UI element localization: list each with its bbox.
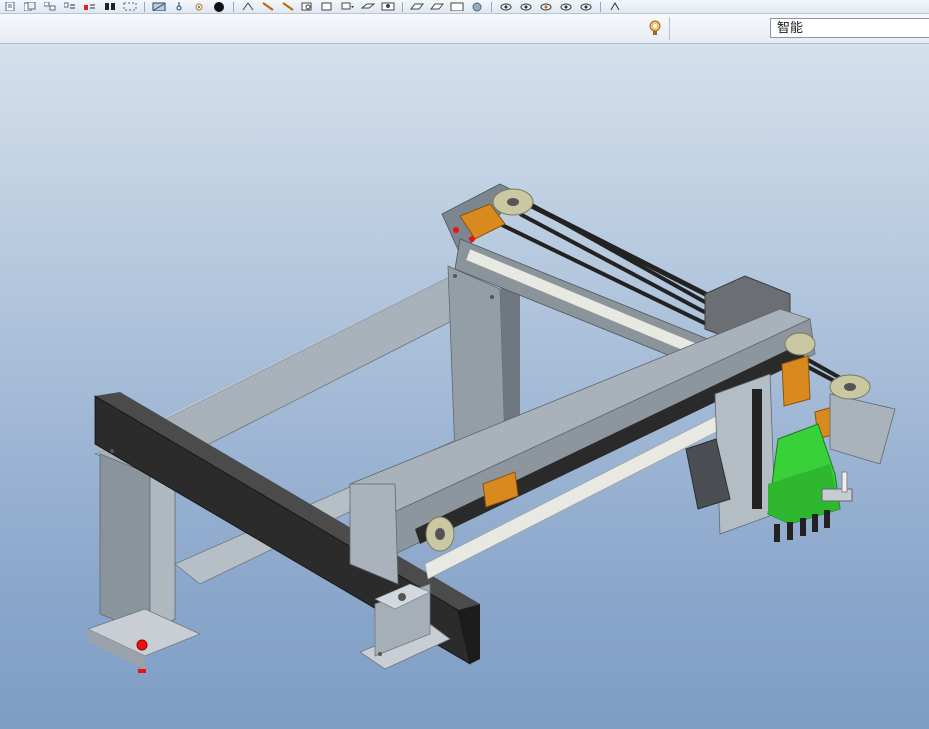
arrow-icon[interactable]	[608, 2, 622, 12]
select-arrow-icon[interactable]	[341, 2, 355, 12]
orange-block	[781, 355, 811, 407]
list-icon[interactable]	[63, 2, 77, 12]
active-view-icon[interactable]	[450, 2, 464, 12]
layers-icon[interactable]	[43, 2, 57, 12]
nozzle	[787, 522, 793, 540]
shade-icon[interactable]	[212, 1, 226, 12]
bulb-icon[interactable]	[646, 18, 664, 38]
graphics-viewport[interactable]	[0, 44, 929, 729]
red-marker	[136, 639, 148, 651]
nozzle	[812, 514, 818, 532]
annotation-2-icon[interactable]	[410, 2, 424, 12]
side-pin	[841, 471, 848, 493]
page-icon[interactable]	[3, 2, 17, 12]
end-plate	[829, 393, 896, 465]
eye-2-icon[interactable]	[519, 2, 533, 12]
columns-icon[interactable]	[103, 2, 117, 12]
main-toolbar	[0, 0, 929, 14]
filter-toolbar: 智能	[0, 14, 929, 44]
eye-3-icon[interactable]	[539, 2, 553, 12]
pulley	[784, 332, 816, 356]
bolt-hole	[110, 449, 114, 453]
pulley-hub	[507, 198, 519, 206]
bolt-hole	[378, 652, 382, 656]
pulley-hub	[844, 383, 856, 391]
toolbar-separator	[233, 1, 234, 12]
pencil-icon[interactable]	[281, 2, 295, 12]
zoom-box-icon[interactable]	[301, 2, 315, 12]
bolt-hole	[398, 593, 406, 601]
red-screw	[469, 236, 475, 242]
toolbar-separator	[144, 1, 145, 12]
sketch-icon[interactable]	[241, 2, 255, 12]
selection-filter-dropdown[interactable]: 智能	[770, 18, 929, 38]
spin-icon[interactable]	[192, 2, 206, 12]
left-post	[99, 453, 151, 635]
toolbar-separator	[491, 1, 492, 12]
nozzle	[800, 518, 806, 536]
red-marker	[138, 669, 146, 673]
eye-icon[interactable]	[499, 2, 513, 12]
cad-model[interactable]	[0, 44, 929, 729]
carriage-belt	[752, 389, 762, 509]
bolt-hole	[453, 274, 457, 278]
list-red-icon[interactable]	[83, 2, 97, 12]
line-icon[interactable]	[261, 2, 275, 12]
annotation-icon[interactable]	[381, 2, 395, 12]
red-screw	[453, 227, 459, 233]
link-icon[interactable]	[361, 2, 375, 12]
carriage-plate	[714, 373, 776, 535]
toolbar-separator	[669, 17, 670, 40]
pin-icon[interactable]	[172, 2, 186, 12]
bolt-hole	[490, 295, 494, 299]
pulley-hub	[435, 528, 445, 540]
page-layers-icon[interactable]	[23, 2, 37, 12]
annotation-3-icon[interactable]	[430, 2, 444, 12]
eye-5-icon[interactable]	[579, 2, 593, 12]
sphere-icon[interactable]	[470, 2, 484, 12]
toolbar-separator	[402, 1, 403, 12]
rect-select-icon[interactable]	[321, 2, 335, 12]
eye-4-icon[interactable]	[559, 2, 573, 12]
left-post-front	[149, 463, 176, 635]
dashed-box-icon[interactable]	[123, 2, 137, 12]
nozzle	[774, 524, 780, 542]
toolbar-separator	[600, 1, 601, 12]
view-icon[interactable]	[152, 2, 166, 12]
nozzle	[824, 510, 830, 528]
